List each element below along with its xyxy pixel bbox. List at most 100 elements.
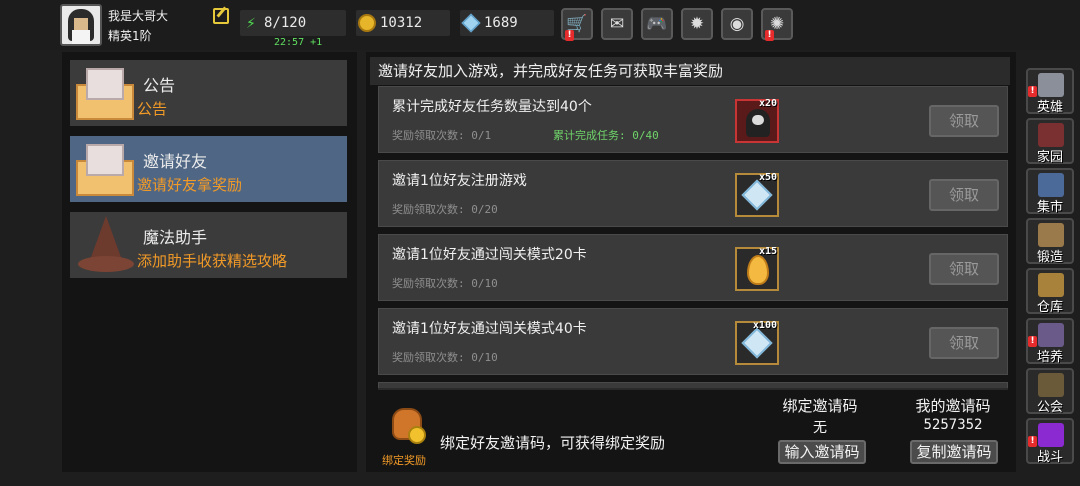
- gear-button[interactable]: ✹: [681, 8, 713, 40]
- nav-label: 培养: [1036, 350, 1063, 365]
- task-claim-count: 奖励领取次数: 0/1: [392, 129, 492, 142]
- left-menu: 公告 公告 邀请好友 邀请好友拿奖励 魔法助手 添加助手收获精选攻略: [62, 52, 357, 472]
- menu-item-title: 魔法助手: [143, 228, 208, 247]
- bind-reward-label: 绑定奖励: [382, 454, 426, 467]
- money-bag-icon: [384, 402, 432, 448]
- golden-egg-icon: [747, 255, 769, 285]
- nav-label: 锻造: [1036, 250, 1063, 265]
- panel-header: 邀请好友加入游戏，并完成好友任务可获取丰富奖励: [370, 57, 1010, 85]
- nav-icon: [1038, 273, 1064, 297]
- menu-item-title: 邀请好友: [143, 152, 208, 171]
- mail-icon: ✉: [609, 14, 625, 34]
- reward-item[interactable]: x50: [735, 172, 779, 217]
- fireworks-button[interactable]: ✺!: [761, 8, 793, 41]
- claim-button[interactable]: 领取: [929, 327, 999, 359]
- reward-qty: x15: [758, 246, 777, 257]
- alert-badge: !: [1028, 336, 1037, 347]
- alert-badge: !: [1028, 86, 1037, 97]
- wizard-hat-icon: [76, 216, 136, 276]
- gamepad-icon: 🎮: [646, 14, 668, 34]
- nav-item-5[interactable]: 培养!: [1026, 318, 1074, 365]
- nav-label: 公会: [1036, 400, 1063, 415]
- reward-item[interactable]: x100: [735, 320, 779, 365]
- gem-value: 1689: [484, 15, 518, 31]
- nav-icon: [1038, 323, 1064, 347]
- energy-timer: 22:57 +1: [274, 37, 323, 48]
- claim-button[interactable]: 领取: [929, 179, 999, 211]
- nav-item-3[interactable]: 锻造: [1026, 218, 1074, 265]
- coin-icon: [358, 14, 376, 32]
- coin-value: 10312: [380, 15, 423, 31]
- color-wheel-button[interactable]: ◉: [721, 8, 753, 40]
- gem-icon: [461, 13, 481, 33]
- envelope-icon: [76, 144, 134, 196]
- nav-label: 战斗: [1036, 450, 1063, 465]
- reward-qty: x50: [758, 172, 777, 183]
- reward-qty: x100: [752, 320, 777, 331]
- my-code-heading: 我的邀请码: [915, 397, 991, 415]
- alert-badge: !: [565, 30, 574, 41]
- nav-icon: [1038, 423, 1064, 447]
- nav-icon: [1038, 223, 1064, 247]
- reward-item[interactable]: x20: [735, 98, 779, 143]
- nav-item-1[interactable]: 家园: [1026, 118, 1074, 165]
- reward-item[interactable]: x15: [735, 246, 779, 291]
- alert-badge: !: [765, 30, 774, 41]
- nav-icon: [1038, 123, 1064, 147]
- menu-item-subtitle: 邀请好友拿奖励: [137, 176, 243, 194]
- task-row: 累计完成好友任务数量达到40个 奖励领取次数: 0/1 累计完成任务: 0/40…: [378, 86, 1008, 153]
- nav-item-4[interactable]: 仓库: [1026, 268, 1074, 315]
- menu-item-magic-assistant[interactable]: 魔法助手 添加助手收获精选攻略: [70, 212, 347, 278]
- claim-button[interactable]: 领取: [929, 253, 999, 285]
- reward-qty: x20: [758, 98, 777, 109]
- menu-item-subtitle: 添加助手收获精选攻略: [137, 252, 288, 270]
- reaper-icon: [746, 109, 770, 137]
- claim-button[interactable]: 领取: [929, 105, 999, 137]
- task-claim-count: 奖励领取次数: 0/10: [392, 351, 498, 364]
- player-avatar[interactable]: [60, 4, 102, 46]
- bound-code-value: 无: [813, 420, 827, 436]
- nav-item-6[interactable]: 公会: [1026, 368, 1074, 415]
- task-progress: 累计完成任务: 0/40: [553, 129, 659, 142]
- bind-code-bar: 绑定奖励 绑定好友邀请码，可获得绑定奖励 绑定邀请码 无 输入邀请码 我的邀请码…: [378, 388, 1008, 470]
- top-bar: 我是大哥大 精英1阶 ⚡ 8/120 22:57 +1 10312 1689 🛒…: [0, 0, 1080, 50]
- copy-code-button[interactable]: 复制邀请码: [910, 440, 998, 464]
- task-name: 累计完成好友任务数量达到40个: [392, 99, 592, 115]
- shop-cart-button[interactable]: 🛒!: [561, 8, 593, 41]
- nav-icon: [1038, 373, 1064, 397]
- task-name: 邀请1位好友注册游戏: [392, 173, 527, 189]
- coin-counter: 10312: [356, 10, 450, 36]
- energy-value: 8/120: [264, 15, 307, 31]
- nav-item-0[interactable]: 英雄!: [1026, 68, 1074, 115]
- diamond-icon: [741, 179, 773, 211]
- bind-description: 绑定好友邀请码，可获得绑定奖励: [440, 434, 666, 452]
- menu-item-title: 公告: [143, 76, 176, 95]
- task-claim-count: 奖励领取次数: 0/10: [392, 277, 498, 290]
- nav-label: 家园: [1036, 150, 1063, 165]
- energy-counter: ⚡ 8/120: [240, 10, 346, 36]
- invite-panel: 邀请好友加入游戏，并完成好友任务可获取丰富奖励 累计完成好友任务数量达到40个 …: [366, 52, 1016, 472]
- player-name: 我是大哥大: [108, 9, 169, 23]
- menu-item-invite-friends[interactable]: 邀请好友 邀请好友拿奖励: [70, 136, 347, 202]
- nav-label: 仓库: [1036, 300, 1063, 315]
- edit-name-icon[interactable]: [213, 8, 229, 24]
- gamepad-button[interactable]: 🎮: [641, 8, 673, 40]
- mail-button[interactable]: ✉: [601, 8, 633, 40]
- color-wheel-icon: ◉: [729, 14, 745, 34]
- nav-label: 英雄: [1036, 100, 1063, 115]
- task-claim-count: 奖励领取次数: 0/20: [392, 203, 498, 216]
- nav-item-2[interactable]: 集市: [1026, 168, 1074, 215]
- player-rank: 精英1阶: [108, 29, 152, 43]
- envelope-icon: [76, 68, 134, 120]
- menu-item-announcement[interactable]: 公告 公告: [70, 60, 347, 126]
- nav-item-7[interactable]: 战斗!: [1026, 418, 1074, 465]
- bound-code-heading: 绑定邀请码: [782, 397, 858, 415]
- alert-badge: !: [1028, 436, 1037, 447]
- enter-code-button[interactable]: 输入邀请码: [778, 440, 866, 464]
- task-row: 邀请1位好友通过闯关模式40卡 奖励领取次数: 0/10 x100 领取: [378, 308, 1008, 375]
- task-row: 邀请1位好友注册游戏 奖励领取次数: 0/20 x50 领取: [378, 160, 1008, 227]
- task-row: 邀请1位好友通过闯关模式20卡 奖励领取次数: 0/10 x15 领取: [378, 234, 1008, 301]
- lightning-icon: ⚡: [246, 13, 256, 32]
- nav-icon: [1038, 173, 1064, 197]
- nav-label: 集市: [1036, 200, 1063, 215]
